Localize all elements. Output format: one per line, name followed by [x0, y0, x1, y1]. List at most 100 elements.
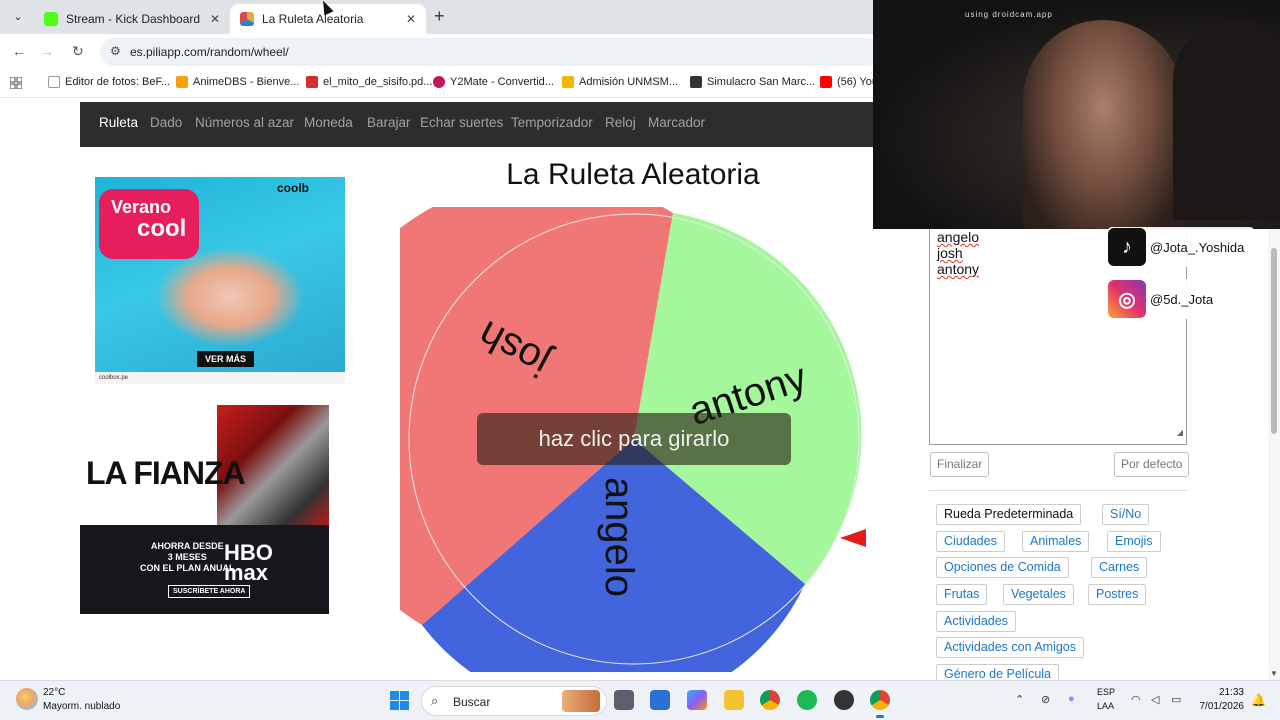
ad-people-image [155, 247, 305, 347]
nav-marcador[interactable]: Marcador [648, 115, 705, 130]
preset-actividades[interactable]: Actividades [936, 611, 1016, 632]
microsoft-store-icon[interactable] [650, 690, 670, 710]
tray-app-icon[interactable]: ⊘ [1041, 693, 1050, 706]
pdf-icon [306, 76, 318, 88]
preset-frutas[interactable]: Frutas [936, 584, 988, 605]
file-explorer-icon[interactable] [724, 690, 744, 710]
close-tab-icon[interactable]: ✕ [406, 12, 416, 26]
ad-subscribe-button[interactable]: SUSCRÍBETE AHORA [168, 585, 251, 598]
simulacro-icon [690, 76, 702, 88]
copilot-icon[interactable] [687, 690, 707, 710]
back-arrow-icon[interactable]: ← [12, 43, 26, 59]
preset-si-no[interactable]: Sí/No [1102, 504, 1150, 525]
nav-numeros[interactable]: Números al azar [195, 115, 294, 130]
search-highlight-image [562, 690, 600, 712]
bookmark-item[interactable]: el_mito_de_sisifo.pd... [306, 76, 432, 88]
close-tab-icon[interactable]: ✕ [210, 12, 220, 26]
befunky-icon [48, 76, 60, 88]
apps-grid-icon[interactable] [10, 77, 22, 89]
preset-actividades-amigos[interactable]: Actividades con Amigos [936, 637, 1085, 658]
tab-kick-dashboard[interactable]: Stream - Kick Dashboard ✕ [34, 4, 230, 34]
tiktok-icon: ♪ [1108, 228, 1146, 266]
ad-brand: coolb [277, 181, 309, 195]
reload-icon[interactable]: ↻ [72, 43, 84, 60]
nav-ruleta[interactable]: Ruleta [99, 115, 138, 130]
hbo-max-logo: HBO max [224, 540, 273, 585]
bookmark-item[interactable]: Admisión UNMSM... [562, 76, 678, 88]
tab-title: Stream - Kick Dashboard [66, 12, 201, 26]
wheel-pointer-icon [840, 529, 866, 547]
task-view-icon[interactable] [614, 690, 634, 710]
keyboard-layout[interactable]: LAA [1097, 701, 1114, 711]
unmsm-icon [562, 76, 574, 88]
instagram-icon: ◎ [1108, 280, 1146, 318]
nav-echar-suertes[interactable]: Echar suertes [420, 115, 503, 130]
spotify-icon[interactable] [797, 690, 817, 710]
taskbar-search[interactable]: ⌕ Buscar [421, 686, 607, 716]
default-button[interactable]: Por defecto [1114, 452, 1190, 477]
resize-handle-icon[interactable]: ◢ [1177, 425, 1183, 441]
scrollbar-thumb[interactable] [1271, 248, 1277, 434]
weather-icon[interactable] [16, 688, 38, 710]
clock-date[interactable]: 7/01/2026 [1190, 701, 1245, 712]
chrome-active-icon[interactable] [870, 690, 890, 718]
ad-cta-button[interactable]: VER MÁS [197, 351, 255, 367]
preset-default-wheel[interactable]: Rueda Predeterminada [936, 504, 1082, 525]
coolbox-ad[interactable]: Verano cool coolb VER MÁS coolbox.pe [95, 177, 345, 384]
notification-bell-icon[interactable]: 🔔 [1251, 693, 1266, 707]
wifi-icon[interactable]: ◠ [1131, 693, 1141, 706]
preset-animales[interactable]: Animales [1022, 531, 1090, 552]
nav-reloj[interactable]: Reloj [605, 115, 636, 130]
chrome-icon[interactable] [760, 690, 780, 710]
weather-description[interactable]: Mayorm. nublado [43, 701, 120, 712]
obs-icon[interactable] [834, 690, 854, 710]
scroll-down-icon[interactable]: ▼ [1270, 669, 1278, 678]
preset-emojis[interactable]: Emojis [1107, 531, 1161, 552]
site-info-icon[interactable]: ⚙ [110, 44, 121, 58]
site-nav: Ruleta Dado Números al azar Moneda Baraj… [80, 102, 875, 147]
streamer-hair [1173, 20, 1280, 220]
url-text: es.piliapp.com/random/wheel/ [130, 45, 289, 59]
hbo-ad[interactable]: LA FIANZA AHORRA DESDE 3 MESES CON EL PL… [80, 405, 329, 614]
youtube-icon [820, 76, 832, 88]
clock-time[interactable]: 21:33 [1200, 687, 1244, 698]
bookmark-item[interactable]: Y2Mate - Convertid... [433, 76, 554, 88]
bookmark-item[interactable]: Editor de fotos: BeF... [48, 76, 170, 88]
finalize-button[interactable]: Finalizar [930, 452, 990, 477]
piliapp-favicon-icon [240, 12, 254, 26]
preset-carnes[interactable]: Carnes [1091, 557, 1148, 578]
forward-arrow-icon[interactable]: → [40, 43, 54, 59]
tray-chevron-icon[interactable]: ⌃ [1015, 693, 1024, 706]
search-label: Buscar [453, 695, 491, 709]
nav-dado[interactable]: Dado [150, 115, 182, 130]
kick-favicon-icon [44, 12, 58, 26]
new-tab-button[interactable]: + [434, 6, 445, 27]
nav-barajar[interactable]: Barajar [367, 115, 411, 130]
language-code[interactable]: ESP [1097, 687, 1115, 697]
bookmark-item[interactable]: AnimeDBS - Bienve... [176, 76, 299, 88]
windows-taskbar: 22°C Mayorm. nublado ⌕ Buscar ⌃ ⊘ ● ESP … [0, 680, 1280, 720]
tab-search-chevron-icon[interactable]: ⌄ [8, 7, 28, 27]
volume-icon[interactable]: ◁ [1151, 693, 1159, 706]
nav-moneda[interactable]: Moneda [304, 115, 353, 130]
ad-bottom-panel: AHORRA DESDE 3 MESES CON EL PLAN ANUAL H… [80, 525, 329, 614]
webcam-watermark: using droidcam.app [965, 10, 1053, 19]
preset-opciones-comida[interactable]: Opciones de Comida [936, 557, 1069, 578]
bookmark-item[interactable]: Simulacro San Marc... [690, 76, 815, 88]
nav-temporizador[interactable]: Temporizador [511, 115, 593, 130]
preset-postres[interactable]: Postres [1088, 584, 1147, 605]
page-title: La Ruleta Aleatoria [506, 158, 760, 191]
address-bar[interactable]: ⚙ es.piliapp.com/random/wheel/ [100, 38, 880, 66]
weather-temperature[interactable]: 22°C [43, 687, 65, 698]
battery-icon[interactable]: ▭ [1171, 693, 1181, 706]
preset-ciudades[interactable]: Ciudades [936, 531, 1005, 552]
start-button[interactable] [390, 691, 409, 710]
spin-button[interactable]: haz clic para girarlo [477, 413, 791, 465]
preset-vegetales[interactable]: Vegetales [1003, 584, 1074, 605]
wheel-label-angelo: angelo [597, 477, 641, 597]
ad-title: LA FIANZA [86, 455, 246, 491]
tab-title: La Ruleta Aleatoria [262, 12, 364, 26]
microphone-icon[interactable]: ● [1068, 693, 1075, 705]
preset-genero-pelicula[interactable]: Género de Película [936, 664, 1060, 681]
divider [929, 490, 1187, 491]
